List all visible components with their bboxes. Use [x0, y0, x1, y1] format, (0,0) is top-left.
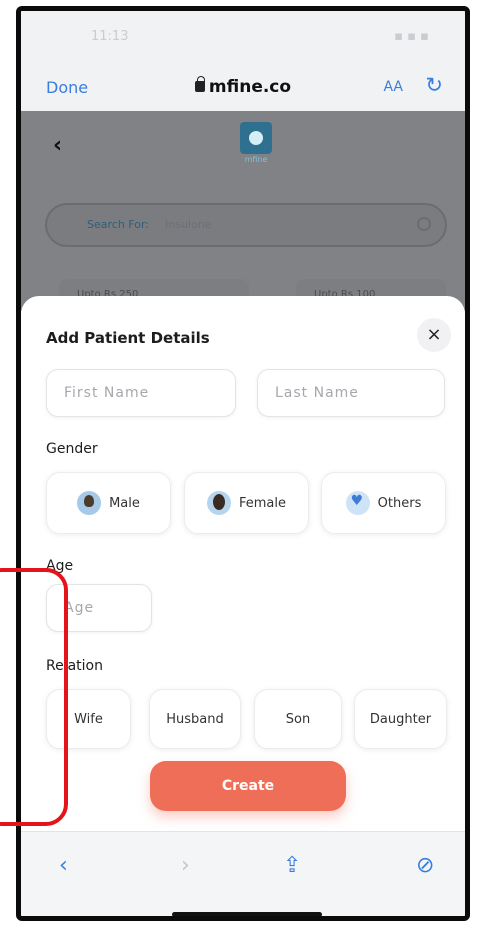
gender-option-label: Male	[109, 495, 140, 511]
dimmed-web-page: ‹ mfine Search For: Insulone Upto Rs 250…	[21, 111, 465, 311]
share-icon[interactable]: ⇪	[283, 853, 301, 878]
sheet-title: Add Patient Details	[46, 329, 210, 347]
browser-toolbar: ‹ › ⇪ ⊘	[21, 831, 465, 916]
search-label: Search For:	[87, 218, 149, 231]
logo-text: mfine	[244, 155, 268, 164]
others-avatar-icon	[345, 491, 370, 515]
phone-frame: 11:13 ▪ ▪ ▪ Done mfine.co AA ↻ ‹ mfine S…	[16, 6, 470, 921]
status-indicators: ▪ ▪ ▪	[394, 29, 429, 44]
search-icon	[417, 217, 431, 231]
female-avatar-icon	[206, 491, 231, 515]
gender-option-male[interactable]: Male	[46, 472, 171, 534]
search-bar[interactable]: Search For: Insulone	[45, 203, 447, 247]
create-button[interactable]: Create	[150, 761, 346, 811]
first-name-field[interactable]: First Name	[46, 369, 236, 417]
search-placeholder: Insulone	[165, 218, 212, 231]
gender-option-label: Others	[377, 495, 422, 511]
browser-bar: 11:13 ▪ ▪ ▪ Done mfine.co AA ↻	[21, 11, 465, 111]
status-time: 11:13	[91, 29, 129, 44]
add-patient-sheet: Add Patient Details × First Name Last Na…	[21, 296, 465, 831]
gender-label: Gender	[46, 441, 98, 457]
relation-option-husband[interactable]: Husband	[149, 689, 241, 749]
compass-icon[interactable]: ⊘	[416, 853, 434, 878]
back-arrow-icon[interactable]: ‹	[53, 133, 62, 158]
relation-option-daughter[interactable]: Daughter	[354, 689, 447, 749]
relation-option-son[interactable]: Son	[254, 689, 342, 749]
forward-icon[interactable]: ›	[181, 853, 190, 878]
url-text: mfine.co	[208, 77, 292, 97]
male-avatar-icon	[77, 491, 102, 515]
text-size-button[interactable]: AA	[383, 79, 403, 95]
mfine-logo-icon	[240, 122, 272, 154]
reload-icon[interactable]: ↻	[425, 73, 443, 97]
gender-option-label: Female	[238, 495, 286, 511]
status-bar: 11:13 ▪ ▪ ▪	[21, 29, 465, 49]
close-button[interactable]: ×	[417, 318, 451, 352]
highlight-annotation	[0, 568, 68, 826]
home-indicator	[172, 912, 322, 916]
last-name-field[interactable]: Last Name	[257, 369, 445, 417]
lock-icon	[194, 76, 205, 92]
gender-option-others[interactable]: Others	[321, 472, 446, 534]
gender-option-female[interactable]: Female	[184, 472, 309, 534]
back-icon[interactable]: ‹	[59, 853, 68, 878]
